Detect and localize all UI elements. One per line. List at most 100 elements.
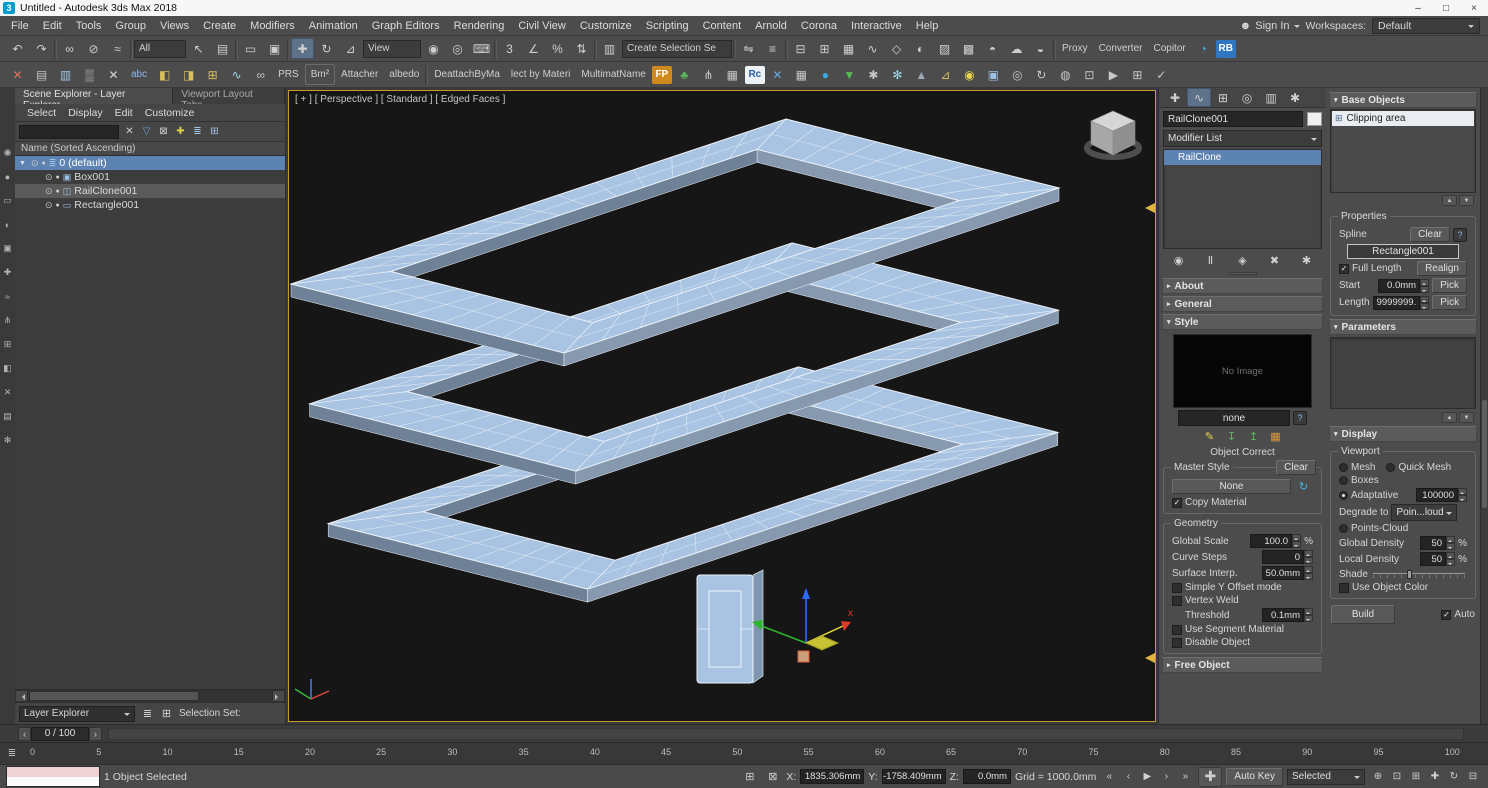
visibility-eye-icon[interactable]: ⊙ (45, 186, 53, 197)
quick-mesh-radio[interactable] (1386, 463, 1395, 472)
frame-indicator[interactable]: 0 / 100 (31, 727, 89, 741)
orbit-icon[interactable]: ↻ (1445, 768, 1463, 786)
make-unique-icon[interactable]: ◈ (1233, 252, 1252, 269)
surface-interp-spinner[interactable]: 50.0mm (1262, 566, 1313, 580)
z-coordinate-field[interactable]: 0.0mm (963, 769, 1011, 784)
unlink-selection-icon[interactable]: ⊘ (82, 38, 105, 59)
select-and-rotate-icon[interactable]: ↻ (315, 38, 338, 59)
sign-in-menu[interactable]: ☻ Sign In (1240, 20, 1300, 32)
menu-item[interactable]: Create (196, 20, 243, 32)
toolbar-icon[interactable] (235, 39, 238, 59)
toolbar-icon[interactable] (1053, 39, 1056, 59)
albedo-button[interactable]: albedo (384, 64, 424, 85)
rendered-frame-window-icon[interactable]: ▩ (957, 38, 980, 59)
mirror-icon[interactable]: ⇋ (737, 38, 760, 59)
visibility-eye-icon[interactable]: ⊙ (45, 200, 53, 211)
align-icon[interactable]: ≡ (761, 38, 784, 59)
points-cloud-radio[interactable] (1339, 524, 1348, 533)
select-by-layer-icon[interactable]: ▥ (54, 64, 77, 85)
menu-item[interactable]: Modifiers (243, 20, 302, 32)
add-layer-icon[interactable]: ✚ (172, 124, 189, 140)
winter-icon[interactable]: ✻ (886, 64, 909, 85)
split-marker-top[interactable] (1145, 203, 1155, 213)
collapse-all-icon[interactable]: ≣ (189, 124, 206, 140)
tree-row-rectangle001[interactable]: ⊙ ● ▭ Rectangle001 (15, 198, 285, 212)
hierarchy-tab-icon[interactable]: ⊞ (1211, 88, 1235, 107)
rollout-about[interactable]: About (1162, 278, 1323, 294)
toggle-ribbon-icon[interactable]: ▦ (837, 38, 860, 59)
select-and-scale-icon[interactable]: ⊿ (339, 38, 362, 59)
curve-steps-spinner[interactable]: 0 (1262, 550, 1313, 564)
forest-scatter-icon[interactable]: ⋔ (697, 64, 720, 85)
segment-object[interactable] (697, 570, 763, 683)
rollout-general[interactable]: General (1162, 296, 1323, 312)
clear-search-icon[interactable]: ✕ (121, 124, 138, 140)
select-by-material-button[interactable]: lect by Materi (506, 64, 575, 85)
drop-icon[interactable]: ▼ (838, 64, 861, 85)
rename-abc-icon[interactable]: abc (126, 64, 152, 85)
perspective-viewport[interactable]: [ + ] [ Perspective ] [ Standard ] [ Edg… (288, 90, 1156, 722)
attacher-button[interactable]: Attacher (336, 64, 383, 85)
scroll-thumb[interactable] (29, 691, 199, 701)
menu-item[interactable]: Graph Editors (365, 20, 447, 32)
auto-build-checkbox[interactable] (1441, 610, 1451, 620)
container-tool-icon[interactable]: ▣ (982, 64, 1005, 85)
bind-to-space-warp-icon[interactable]: ≈ (106, 38, 129, 59)
proxy-button[interactable]: Proxy (1057, 38, 1093, 59)
global-scale-spinner[interactable]: 100.0 (1250, 534, 1301, 548)
pin-stack-icon[interactable]: ◉ (1169, 252, 1188, 269)
toolbar-icon[interactable] (425, 65, 428, 85)
search-input[interactable] (19, 125, 119, 139)
mesh-radio[interactable] (1339, 463, 1348, 472)
move-gizmo[interactable]: x (752, 588, 853, 662)
adaptative-radio[interactable] (1339, 491, 1348, 500)
boxes-radio[interactable] (1339, 476, 1348, 485)
next-frame-button[interactable]: › (1157, 768, 1175, 786)
toolbar-icon[interactable] (130, 39, 133, 59)
vertex-weld-checkbox[interactable] (1172, 596, 1182, 606)
pick-start-button[interactable]: Pick (1432, 278, 1467, 293)
window-crossing-icon[interactable]: ▣ (263, 38, 286, 59)
param-up-icon[interactable]: ▲ (1442, 412, 1457, 423)
degrade-dropdown[interactable]: Poin...loud (1391, 504, 1457, 521)
menu-item[interactable]: Civil View (511, 20, 572, 32)
x-coordinate-field[interactable]: 1835.306mm (800, 769, 864, 784)
loop-tool-icon[interactable]: ↻ (1030, 64, 1053, 85)
tab-viewport-layout[interactable]: Viewport Layout Tabs (173, 88, 285, 104)
spline-tool-icon[interactable]: ∿ (225, 64, 248, 85)
workspace-dropdown[interactable]: Default (1372, 18, 1480, 34)
rc-style-icon[interactable]: ✕ (766, 64, 789, 85)
converter-button[interactable]: Converter (1094, 38, 1148, 59)
menu-item[interactable]: Customize (573, 20, 639, 32)
create-tab-icon[interactable]: ✚ (1163, 88, 1187, 107)
filter-groups-icon[interactable]: ▤ (1, 410, 14, 423)
pose-tool-icon[interactable]: ◎ (1006, 64, 1029, 85)
parameters-list[interactable] (1330, 337, 1476, 409)
move-up-icon[interactable]: ▲ (1442, 195, 1457, 206)
package-tool-icon[interactable]: ⊞ (1126, 64, 1149, 85)
previous-frame-button[interactable]: ‹ (1119, 768, 1137, 786)
explorer-grid-icon[interactable]: ⊞ (157, 705, 176, 722)
export-style-icon[interactable]: ↥ (1244, 428, 1263, 445)
use-pivot-point-icon[interactable]: ◉ (422, 38, 445, 59)
multimatname-button[interactable]: MultimatName (576, 64, 650, 85)
menu-item[interactable]: Rendering (447, 20, 512, 32)
undo-icon[interactable]: ↶ (6, 38, 29, 59)
toolbar-icon[interactable] (287, 39, 290, 59)
toggle-layer-explorer-icon[interactable]: ⊞ (813, 38, 836, 59)
clear-spline-button[interactable]: Clear (1410, 227, 1450, 242)
close-button[interactable]: × (1460, 3, 1488, 14)
select-by-name-icon[interactable]: ▤ (211, 38, 234, 59)
keyboard-override-icon[interactable]: ⌨ (470, 38, 493, 59)
key-filter-dropdown[interactable]: Selected (1287, 769, 1365, 785)
snap-toggle-icon[interactable]: 3 (498, 38, 521, 59)
stack-item-railclone[interactable]: RailClone (1164, 150, 1321, 165)
filter-containers-icon[interactable]: ⊞ (1, 338, 14, 351)
panel-scroll-thumb[interactable] (1482, 400, 1487, 508)
select-and-move-icon[interactable]: ✚ (291, 38, 314, 59)
maximize-viewport-icon[interactable]: ⊟ (1464, 768, 1482, 786)
toolbar-icon[interactable] (733, 39, 736, 59)
length-spinner[interactable]: 9999999. (1373, 296, 1430, 310)
clear-style-button[interactable]: Clear (1276, 460, 1316, 475)
object-color-swatch[interactable] (1307, 112, 1322, 126)
